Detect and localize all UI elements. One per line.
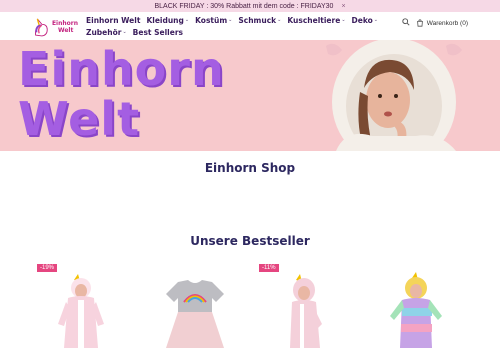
hero-banner[interactable]: Einhorn Welt — [0, 40, 500, 151]
hero-title-line-2: Welt — [18, 92, 141, 146]
section-title-shop: Einhorn Shop — [204, 161, 296, 175]
nav-label: Schmuck — [238, 15, 277, 25]
unicorn-logo-icon — [34, 18, 48, 37]
product-card[interactable]: -19% — [34, 262, 144, 348]
nav-item-schmuck[interactable]: Schmuck ⌄ — [238, 16, 281, 25]
discount-badge: -11% — [259, 264, 279, 272]
nav-item-einhorn-welt[interactable]: Einhorn Welt — [86, 16, 140, 25]
product-image — [166, 280, 224, 348]
hero-title-line-1: Einhorn — [18, 42, 225, 96]
announcement-bar: BLACK FRIDAY : 30% Rabbatt mit dem code … — [0, 0, 500, 12]
nav-item-kleidung[interactable]: Kleidung ⌄ — [146, 16, 189, 25]
hero-model-image — [326, 40, 462, 151]
nav-item-deko[interactable]: Deko ⌄ — [352, 16, 378, 25]
main-nav: Einhorn Welt Kleidung ⌄ Kostüm ⌄ Schmuck ⌄ … — [86, 14, 378, 38]
nav-label: Zubehör — [86, 27, 122, 37]
product-card[interactable] — [364, 262, 474, 348]
header-tools: Warenkorb (0) — [402, 18, 468, 28]
nav-label: Kleidung — [146, 15, 184, 25]
close-icon[interactable]: × — [341, 3, 345, 10]
chevron-down-icon: ⌄ — [122, 29, 127, 35]
chevron-down-icon: ⌄ — [228, 17, 233, 23]
product-image — [58, 274, 104, 348]
cart-label: Warenkorb (0) — [426, 19, 468, 27]
search-icon[interactable] — [402, 18, 410, 28]
logo-line-1: Einhorn — [51, 20, 78, 27]
product-card[interactable]: -11% — [256, 262, 366, 348]
nav-label: Kuscheltiere — [287, 15, 341, 25]
nav-row-2: Zubehör ⌄ Best Sellers — [86, 26, 376, 38]
nav-label: Einhorn Welt — [86, 15, 141, 25]
chevron-down-icon: ⌄ — [341, 17, 346, 23]
nav-label: Best Sellers — [132, 27, 183, 37]
nav-item-kostuem[interactable]: Kostüm ⌄ — [195, 16, 232, 25]
nav-item-kuscheltiere[interactable]: Kuscheltiere ⌄ — [287, 16, 345, 25]
nav-item-zubehoer[interactable]: Zubehör ⌄ — [86, 28, 127, 37]
chevron-down-icon: ⌄ — [277, 17, 282, 23]
chevron-down-icon: ⌄ — [373, 17, 378, 23]
cart-button[interactable]: Warenkorb (0) — [416, 19, 468, 27]
discount-badge: -19% — [37, 264, 58, 272]
nav-label: Deko — [351, 15, 373, 25]
nav-item-best-sellers[interactable]: Best Sellers — [133, 28, 183, 37]
site-header: Einhorn Welt Einhorn Welt Kleidung ⌄ Kost… — [0, 12, 500, 40]
product-image — [290, 274, 322, 348]
nav-label: Kostüm — [195, 15, 228, 25]
chevron-down-icon: ⌄ — [184, 17, 190, 23]
product-image — [390, 272, 442, 348]
cart-icon — [416, 19, 423, 27]
logo-line-2: Welt — [57, 27, 74, 34]
section-title-bestseller: Unsere Bestseller — [190, 234, 310, 248]
logo[interactable]: Einhorn Welt — [32, 14, 78, 40]
announcement-text: BLACK FRIDAY : 30% Rabbatt mit dem code … — [154, 2, 334, 10]
hero-title: Einhorn Welt — [18, 44, 225, 144]
nav-row-1: Einhorn Welt Kleidung ⌄ Kostüm ⌄ Schmuck ⌄ … — [86, 14, 378, 26]
product-card[interactable] — [148, 262, 258, 348]
